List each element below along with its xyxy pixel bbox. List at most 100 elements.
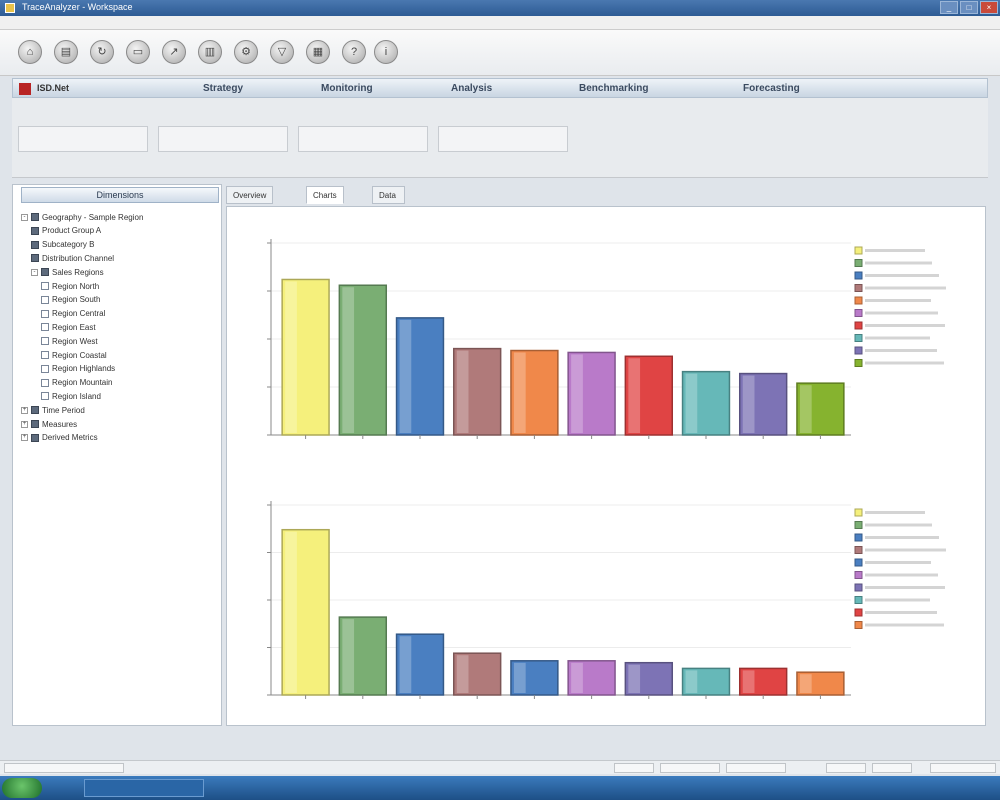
expand-icon[interactable]: + (21, 434, 28, 442)
tree-node[interactable]: + Time Period (21, 404, 85, 416)
status-field-4 (726, 763, 786, 773)
legend-label-placeholder (865, 561, 931, 564)
print-icon[interactable]: ▭ (126, 40, 150, 64)
filter-field-4[interactable] (438, 126, 568, 152)
tree-node[interactable]: Region North (41, 280, 99, 292)
tree-node[interactable]: Product Group A (31, 225, 101, 237)
tree-node[interactable]: Region Highlands (41, 363, 115, 375)
expand-icon[interactable]: + (21, 420, 28, 428)
start-button[interactable] (2, 778, 42, 798)
tree-node[interactable]: Distribution Channel (31, 252, 114, 264)
filter-field-1[interactable] (18, 126, 148, 152)
legend-label-placeholder (865, 286, 946, 290)
folder-icon (31, 213, 39, 221)
tree-node[interactable]: Region Coastal (41, 349, 107, 361)
tree-node[interactable]: Region West (41, 335, 98, 347)
tree-node[interactable]: Region South (41, 294, 100, 306)
refresh-icon[interactable]: ↻ (90, 40, 114, 64)
tree-node[interactable]: Subcategory B (31, 239, 94, 251)
tab-charts[interactable]: Charts (306, 186, 344, 204)
legend-swatch (854, 546, 863, 554)
tab-data-table[interactable]: Data Table (372, 186, 406, 218)
nav-item-analysis[interactable]: Analysis (451, 83, 492, 94)
nav-item-strategy[interactable]: Strategy (203, 83, 243, 94)
tree-node[interactable]: Region East (41, 321, 96, 333)
menu-item-1[interactable] (24, 16, 37, 29)
collapse-icon[interactable]: - (31, 268, 38, 276)
legend-label-placeholder (865, 598, 930, 602)
tree-node-label: Time Period (42, 405, 85, 415)
nav-item-forecasting[interactable]: Forecasting (743, 83, 800, 94)
menu-item-3[interactable] (82, 16, 95, 29)
legend-label-placeholder (865, 311, 938, 315)
status-field-3 (660, 763, 720, 773)
tree-node[interactable]: + Measures (21, 418, 77, 430)
bar-highlight (342, 287, 355, 433)
legend-swatch (854, 508, 863, 517)
charts-svg (267, 239, 946, 699)
document-icon (41, 337, 49, 346)
tree-node[interactable]: Region Mountain (41, 377, 112, 389)
tree-node[interactable]: - Sales Regions (31, 266, 104, 278)
app-icon (5, 3, 15, 13)
home-icon[interactable]: ⌂ (18, 40, 42, 64)
tree-node-label: Subcategory B (42, 240, 95, 250)
help-icon[interactable]: ? (342, 40, 366, 64)
tree-node[interactable]: + Derived Metrics (21, 432, 98, 444)
folder-icon (31, 226, 39, 235)
legend-swatch (854, 359, 863, 367)
calendar-icon[interactable]: ▦ (306, 40, 330, 64)
status-bar (0, 760, 1000, 774)
menu-item-2[interactable] (51, 16, 69, 29)
bar-highlight (685, 670, 698, 693)
maximize-button[interactable]: □ (960, 1, 978, 14)
minimize-button[interactable]: _ (940, 1, 958, 14)
legend-label-placeholder (865, 261, 932, 265)
filter-field-3[interactable] (298, 126, 428, 152)
folder-icon[interactable]: ▤ (54, 40, 78, 64)
settings-icon[interactable]: ⚙ (234, 40, 258, 64)
document-icon (41, 364, 49, 373)
filter-icon[interactable]: ▽ (270, 40, 294, 64)
legend-label-placeholder (865, 523, 932, 527)
tree-node[interactable]: Region Central (41, 308, 105, 320)
folder-icon (41, 268, 49, 277)
collapse-icon[interactable]: - (21, 213, 28, 221)
legend-swatch (854, 583, 863, 592)
tree-node[interactable]: Region Island (41, 390, 101, 402)
close-button[interactable]: × (980, 1, 998, 14)
legend-label-placeholder (865, 274, 939, 277)
chart-icon[interactable]: ▥ (198, 40, 222, 64)
legend-label-placeholder (865, 573, 938, 577)
legend-swatch (854, 346, 863, 355)
nav-item-benchmarking[interactable]: Benchmarking (579, 83, 648, 94)
taskbar-app-button[interactable] (84, 779, 204, 797)
tree-node[interactable]: - Geography - Sample Region (21, 211, 143, 223)
document-icon (41, 295, 49, 304)
folder-icon (31, 433, 39, 442)
title-bar: TraceAnalyzer - Workspace _ □ × (0, 0, 1000, 16)
bar-highlight (456, 655, 469, 693)
folder-icon (31, 406, 39, 415)
legend-swatch (854, 246, 863, 255)
legend-swatch (854, 608, 863, 617)
legend-swatch (854, 596, 863, 604)
expand-icon[interactable]: + (21, 406, 28, 414)
nav-item-monitoring[interactable]: Monitoring (321, 83, 373, 94)
legend-label-placeholder (865, 611, 937, 614)
document-icon (41, 282, 49, 290)
bar-highlight (742, 670, 755, 693)
info-icon[interactable]: i (374, 40, 398, 64)
tree-node-label: Region North (52, 281, 100, 291)
tree-node-label: Region South (52, 295, 101, 305)
bar-highlight (628, 664, 641, 693)
document-icon (41, 378, 49, 387)
legend-swatch (854, 521, 863, 529)
filter-field-2[interactable] (158, 126, 288, 152)
legend-swatch (854, 558, 863, 567)
tab-overview[interactable]: Overview (226, 186, 274, 204)
legend-label-placeholder (865, 511, 925, 514)
tree-node-label: Measures (42, 419, 78, 429)
legend-swatch (854, 334, 863, 342)
export-icon[interactable]: ↗ (162, 40, 186, 64)
